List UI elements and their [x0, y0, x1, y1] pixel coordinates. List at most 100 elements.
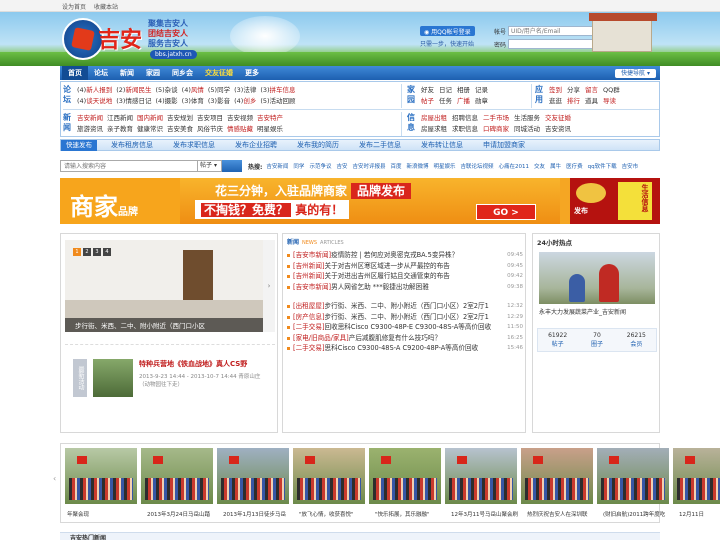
category-link[interactable]: 记录	[475, 86, 488, 94]
ad-go-button[interactable]: GO >	[476, 204, 536, 220]
hot-keyword-link[interactable]: 吉安时评报县	[352, 164, 385, 170]
category-link[interactable]: 吉安规划	[167, 114, 193, 122]
hot-keyword-link[interactable]: 明星娱乐	[434, 164, 456, 170]
category-link[interactable]: QQ群	[603, 86, 620, 94]
category-link[interactable]: 吉安美食	[167, 125, 193, 133]
hot-keyword-link[interactable]: 医疗费	[566, 164, 583, 170]
slideshow-caption[interactable]: 步行街、米西、二中、附小附近（西门口小区	[65, 318, 263, 332]
category-link[interactable]: 江西新闻	[107, 114, 133, 122]
gallery-caption[interactable]: 年聚会现	[67, 510, 147, 518]
news-row[interactable]: [二手交易]思科Cisco C9300-48S-A C9200-48P-A等高价…	[287, 343, 523, 354]
nav-home[interactable]: 首页	[62, 66, 88, 80]
hot-keyword-link[interactable]: 吉联论坛视频	[461, 164, 494, 170]
category-link[interactable]: (3)情感日记	[116, 97, 151, 105]
nav-homespace[interactable]: 家园	[140, 66, 166, 80]
info-category-title[interactable]: 信息	[407, 113, 417, 133]
category-link[interactable]: (4)摄影	[155, 97, 177, 105]
category-link[interactable]: (3)拼车信息	[260, 86, 295, 94]
quick-nav-button[interactable]: 快捷导航 ▾	[615, 68, 656, 78]
category-link[interactable]: 旅游资讯	[77, 125, 103, 133]
ad-life-info[interactable]: 发布 生活信息	[570, 178, 660, 224]
add-favorite-link[interactable]: 收藏本站	[94, 4, 118, 11]
activity-thumbnail[interactable]	[93, 359, 133, 397]
category-link[interactable]: 健康常识	[137, 125, 163, 133]
news-title[interactable]: 步行街、米西、二中、附小附近（西门口小区）2室2厅1	[325, 302, 489, 310]
category-link[interactable]: 分享	[567, 86, 580, 94]
category-link[interactable]: 求职信息	[452, 125, 478, 133]
slide-dot-2[interactable]: 2	[83, 248, 91, 256]
forum-category-title[interactable]: 论坛	[63, 85, 73, 105]
category-link[interactable]: 生活服务	[514, 114, 540, 122]
nav-forum[interactable]: 论坛	[88, 66, 114, 80]
category-link[interactable]: 排行	[567, 97, 580, 105]
hot-image[interactable]	[539, 252, 655, 304]
category-link[interactable]: (3)体育	[182, 97, 204, 105]
slide-dot-1[interactable]: 1	[73, 248, 81, 256]
news-category-title[interactable]: 新闻	[63, 113, 73, 133]
news-title[interactable]: 步行街、米西、二中、附小附近（西门口小区）2室2厅1	[325, 313, 489, 321]
category-link[interactable]: 吉安资讯	[545, 125, 571, 133]
category-link[interactable]: (3)法律	[234, 86, 256, 94]
activity-title[interactable]: 特种兵营地《铁血战地》真人CS野	[139, 359, 247, 369]
gallery-photo[interactable]	[673, 448, 720, 504]
search-input[interactable]	[60, 160, 198, 172]
hot-keyword-link[interactable]: 吉安新闻	[266, 164, 288, 170]
account-input[interactable]	[508, 26, 598, 36]
news-title[interactable]: 男人网省乞助 ***毅捷出功解困雅	[331, 283, 429, 291]
slide-dot-3[interactable]: 3	[93, 248, 101, 256]
category-link[interactable]: (2)新闻民生	[116, 86, 151, 94]
news-row[interactable]: [吉州新闻]关于对进出吉州区履行姑且交通管束的布告 09:42	[287, 271, 523, 282]
slideshow-image[interactable]: 1 2 3 4 步行街、米西、二中、附小附近（西门口小区	[65, 240, 263, 332]
category-link[interactable]: 日记	[439, 86, 452, 94]
stat-posts[interactable]: 61922 帖子	[538, 329, 577, 351]
category-link[interactable]: 导读	[603, 97, 616, 105]
gallery-caption[interactable]: (财旧启航)2011跨年度吃	[603, 510, 683, 518]
publish-rental-link[interactable]: 发布租房信息	[111, 140, 153, 150]
nav-dating[interactable]: 交友征婚	[199, 66, 239, 80]
nav-fellowship[interactable]: 同乡会	[166, 66, 199, 80]
slideshow-next-arrow[interactable]: ›	[263, 240, 275, 332]
hot-keyword-link[interactable]: 示范争议	[309, 164, 331, 170]
category-link[interactable]: 招聘信息	[452, 114, 478, 122]
category-link[interactable]: 吉安项目	[197, 114, 223, 122]
stat-groups[interactable]: 70 圈子	[577, 329, 616, 351]
slide-dot-4[interactable]: 4	[103, 248, 111, 256]
category-link[interactable]: 逛逛	[549, 97, 562, 105]
category-link[interactable]: 亲子教育	[107, 125, 133, 133]
news-tag[interactable]: [吉州新闻]	[293, 272, 325, 280]
hot-caption[interactable]: 永丰大力发展蔬菜产业_吉安新闻	[539, 307, 626, 316]
category-link[interactable]: (4)新人报到	[77, 86, 112, 94]
news-title[interactable]: 关于对进出吉州区履行姑且交通管束的布告	[325, 272, 450, 280]
category-link[interactable]: 风俗节庆	[197, 125, 223, 133]
news-tag[interactable]: [出租屋屋]	[293, 302, 325, 310]
password-input[interactable]	[508, 39, 598, 49]
nav-more[interactable]: 更多	[239, 66, 265, 80]
news-row[interactable]: [吉安市新闻]疫情防控 | 若何应对奥密克戎BA.5变异株？ 09:45	[287, 250, 523, 261]
category-link[interactable]: 相册	[457, 86, 470, 94]
category-link[interactable]: 勋章	[475, 97, 488, 105]
gallery-photo[interactable]	[521, 448, 593, 504]
gallery-photo[interactable]	[369, 448, 441, 504]
gallery-photo[interactable]	[141, 448, 213, 504]
quick-publish-button[interactable]: 快速发布	[61, 139, 97, 151]
news-row[interactable]: [吉州新闻]关于对吉州区寒区域进一步从严最控的布告 09:45	[287, 261, 523, 272]
gallery-caption[interactable]: "快乐拓展，其乐融融"	[375, 510, 455, 518]
category-link[interactable]: 明星娱乐	[257, 125, 283, 133]
merchant-ad-banner[interactable]: 商家品牌 花三分钟，入驻品牌商家 品牌发布 不掏钱？免费？ 真的有！ GO > 发…	[60, 178, 660, 224]
category-link[interactable]: 情感贴藏	[227, 125, 253, 133]
gallery-photo[interactable]	[597, 448, 669, 504]
category-link[interactable]: 签到	[549, 86, 562, 94]
news-title[interactable]: 回收思科Cisco C9300-48P-E C9300-48S-A等高价回收	[325, 323, 492, 331]
gallery-caption[interactable]: 12月11日	[679, 510, 720, 518]
hot-keyword-link[interactable]: 交友	[534, 164, 545, 170]
news-tag[interactable]: [吉州新闻]	[293, 262, 325, 270]
hot-keyword-link[interactable]: 吉安市	[622, 164, 639, 170]
category-link[interactable]: 交友征婚	[545, 114, 571, 122]
gallery-photo[interactable]	[445, 448, 517, 504]
apply-merchant-link[interactable]: 申请加盟商家	[483, 140, 525, 150]
gallery-photo[interactable]	[217, 448, 289, 504]
publish-recruiting-link[interactable]: 发布企业招聘	[235, 140, 277, 150]
hot-keyword-link[interactable]: 心痛在2011	[499, 164, 530, 170]
category-link[interactable]: (3)影音	[208, 97, 230, 105]
news-title[interactable]: 思科Cisco C9300-48S-A C9200-48P-A等高价回收	[325, 344, 479, 352]
